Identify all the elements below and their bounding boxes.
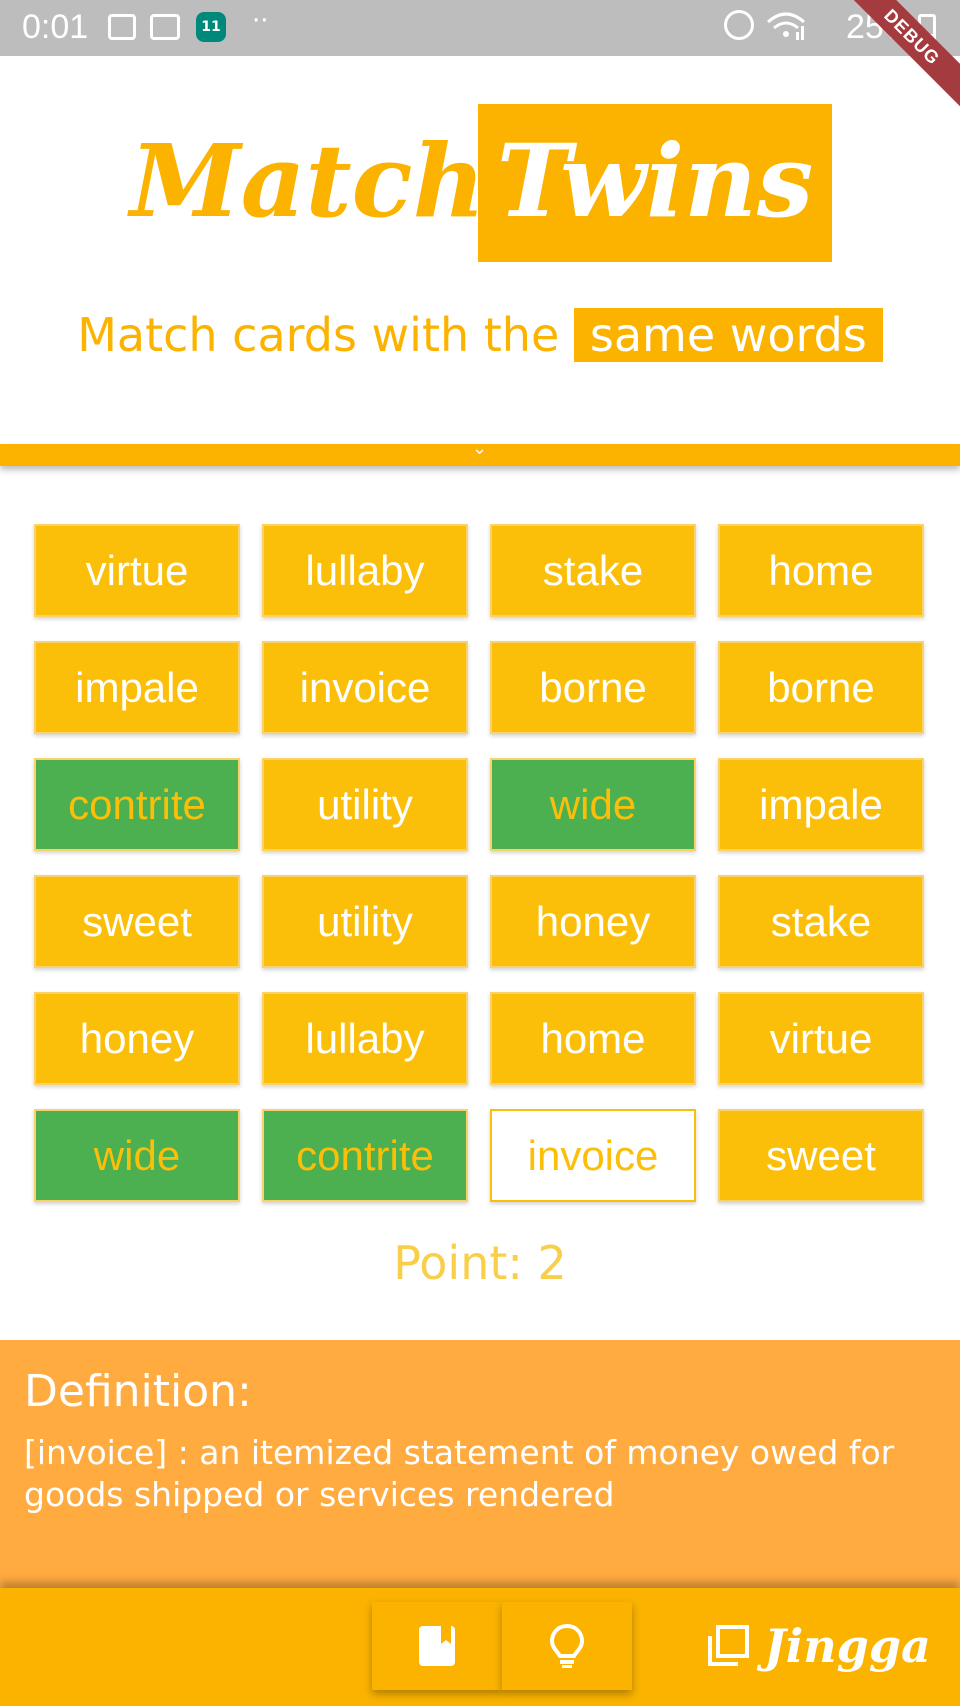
header-divider[interactable]: ⌄ — [0, 438, 960, 466]
more-notifications-icon: ·· — [252, 6, 269, 36]
notes-icon — [150, 14, 180, 40]
hint-button[interactable] — [502, 1602, 632, 1690]
copy-stack-icon — [708, 1625, 749, 1666]
word-card-normal[interactable]: utility — [262, 875, 468, 968]
word-card-normal[interactable]: lullaby — [262, 524, 468, 617]
word-card-normal[interactable]: honey — [490, 875, 696, 968]
word-card-matched[interactable]: wide — [34, 1109, 240, 1202]
word-card-normal[interactable]: impale — [34, 641, 240, 734]
status-time: 0:01 — [22, 8, 89, 46]
word-card-normal[interactable]: honey — [34, 992, 240, 1085]
word-card-normal[interactable]: stake — [718, 875, 924, 968]
chevron-down-icon[interactable]: ⌄ — [472, 438, 487, 459]
brand-link[interactable]: Jingga — [706, 1616, 931, 1676]
word-card-normal[interactable]: borne — [490, 641, 696, 734]
word-card-matched[interactable]: wide — [490, 758, 696, 851]
book-icon — [419, 1626, 455, 1666]
app-logo: Match Twins — [0, 100, 960, 270]
word-card-normal[interactable]: home — [490, 992, 696, 1085]
subtitle: Match cards with the same words — [0, 308, 960, 368]
dictionary-button[interactable] — [372, 1602, 502, 1690]
bottom-bar: Jingga — [0, 1588, 960, 1706]
definition-title: Definition: — [24, 1366, 252, 1417]
word-card-normal[interactable]: stake — [490, 524, 696, 617]
lightbulb-icon — [549, 1623, 585, 1668]
word-card-matched[interactable]: contrite — [34, 758, 240, 851]
definition-panel: Definition: [invoice] : an itemized stat… — [0, 1340, 960, 1588]
word-card-selected[interactable]: invoice — [490, 1109, 696, 1202]
word-card-normal[interactable]: borne — [718, 641, 924, 734]
card-grid: virtue lullaby stake home impale invoice borne… — [34, 524, 926, 1202]
score-label: Point: 2 — [393, 1236, 567, 1290]
subtitle-prefix: Match cards with the — [77, 308, 560, 362]
word-card-normal[interactable]: lullaby — [262, 992, 468, 1085]
subtitle-highlight: same words — [573, 308, 883, 362]
brand-name: Jingga — [764, 1619, 931, 1673]
word-card-matched[interactable]: contrite — [262, 1109, 468, 1202]
word-card-normal[interactable]: invoice — [262, 641, 468, 734]
word-card-normal[interactable]: sweet — [718, 1109, 924, 1202]
word-card-normal[interactable]: virtue — [718, 992, 924, 1085]
alarm-icon — [724, 10, 754, 40]
word-card-normal[interactable]: home — [718, 524, 924, 617]
definition-text: [invoice] : an itemized statement of mon… — [24, 1433, 895, 1514]
logo-twins-box: Twins — [478, 104, 832, 262]
word-card-normal[interactable]: utility — [262, 758, 468, 851]
gallery-icon — [108, 14, 136, 40]
wifi-signal-icon — [767, 12, 805, 40]
word-card-normal[interactable]: sweet — [34, 875, 240, 968]
logo-match-text: Match — [130, 122, 486, 240]
status-bar: 0:01 11 ·· 25% — [0, 0, 960, 56]
calendar-icon: 11 — [196, 12, 226, 42]
word-card-normal[interactable]: impale — [718, 758, 924, 851]
word-card-normal[interactable]: virtue — [34, 524, 240, 617]
logo-twins-text: Twins — [496, 122, 814, 240]
